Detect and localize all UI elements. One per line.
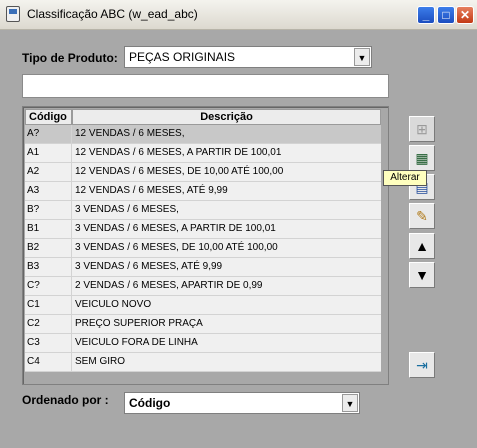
row-description-cell[interactable]: 3 VENDAS / 6 MESES, A PARTIR DE 100,01 — [72, 220, 381, 238]
arrow-up-icon: ▲ — [415, 238, 429, 254]
application-window: Classificação ABC (w_ead_abc) _ □ ✕ Tipo… — [0, 0, 477, 448]
table-row[interactable]: B3 3 VENDAS / 6 MESES, ATÉ 9,99 — [25, 258, 381, 277]
eraser-icon: ✎ — [416, 207, 428, 224]
row-code-cell[interactable]: C2 — [25, 315, 72, 333]
move-up-button[interactable]: ▲ — [409, 233, 435, 259]
row-code-cell[interactable]: A1 — [25, 144, 72, 162]
product-type-dropdown[interactable]: PEÇAS ORIGINAIS ▼ — [124, 46, 372, 68]
insert-row-button[interactable]: ⊞ — [409, 116, 435, 142]
close-button[interactable]: ✕ — [456, 6, 474, 24]
row-code-cell[interactable]: B3 — [25, 258, 72, 276]
row-description-cell[interactable]: PREÇO SUPERIOR PRAÇA — [72, 315, 381, 333]
window-title: Classificação ABC (w_ead_abc) — [27, 7, 198, 21]
row-code-cell[interactable]: A3 — [25, 182, 72, 200]
table-row[interactable]: C2 PREÇO SUPERIOR PRAÇA — [25, 315, 381, 334]
exit-door-icon: ⇥ — [416, 356, 428, 373]
action-toolbar: ⊞ ▦ ▤ ✎ ▲ ▼ ⇥ — [395, 106, 451, 385]
row-code-cell[interactable]: B1 — [25, 220, 72, 238]
row-description-cell[interactable]: 12 VENDAS / 6 MESES, ATÉ 9,99 — [72, 182, 381, 200]
title-bar[interactable]: Classificação ABC (w_ead_abc) _ □ ✕ — [0, 0, 477, 30]
edit-button[interactable]: ▦ — [409, 145, 435, 171]
row-description-cell[interactable]: VEICULO FORA DE LINHA — [72, 334, 381, 352]
row-code-cell[interactable]: B2 — [25, 239, 72, 257]
row-description-cell[interactable]: 3 VENDAS / 6 MESES, DE 10,00 ATÉ 100,00 — [72, 239, 381, 257]
chevron-down-icon[interactable]: ▼ — [354, 48, 370, 66]
arrow-down-icon: ▼ — [415, 267, 429, 283]
minimize-button[interactable]: _ — [417, 6, 435, 24]
row-code-cell[interactable]: C4 — [25, 353, 72, 371]
description-field[interactable] — [22, 74, 389, 98]
row-code-cell[interactable]: B? — [25, 201, 72, 219]
table-row[interactable]: A3 12 VENDAS / 6 MESES, ATÉ 9,99 — [25, 182, 381, 201]
exit-button[interactable]: ⇥ — [409, 352, 435, 378]
row-code-cell[interactable]: C1 — [25, 296, 72, 314]
grid-header: Código Descrição — [25, 109, 381, 125]
row-description-cell[interactable]: 12 VENDAS / 6 MESES, A PARTIR DE 100,01 — [72, 144, 381, 162]
table-row[interactable]: C3 VEICULO FORA DE LINHA — [25, 334, 381, 353]
row-code-cell[interactable]: A2 — [25, 163, 72, 181]
table-row[interactable]: B? 3 VENDAS / 6 MESES, — [25, 201, 381, 220]
sort-label: Ordenado por : — [22, 393, 109, 407]
row-description-cell[interactable]: 3 VENDAS / 6 MESES, — [72, 201, 381, 219]
sort-dropdown[interactable]: Código ▼ — [124, 392, 360, 414]
row-code-cell[interactable]: C? — [25, 277, 72, 295]
product-type-value: PEÇAS ORIGINAIS — [129, 50, 236, 64]
column-header-description[interactable]: Descrição — [72, 109, 381, 125]
row-description-cell[interactable]: 2 VENDAS / 6 MESES, APARTIR DE 0,99 — [72, 277, 381, 295]
table-row[interactable]: C1 VEICULO NOVO — [25, 296, 381, 315]
insert-row-icon: ⊞ — [416, 120, 428, 137]
maximize-button[interactable]: □ — [437, 6, 455, 24]
row-description-cell[interactable]: 3 VENDAS / 6 MESES, ATÉ 9,99 — [72, 258, 381, 276]
delete-button[interactable]: ✎ — [409, 203, 435, 229]
row-code-cell[interactable]: C3 — [25, 334, 72, 352]
table-row[interactable]: A? 12 VENDAS / 6 MESES, — [25, 125, 381, 144]
chevron-down-icon[interactable]: ▼ — [342, 394, 358, 412]
table-row[interactable]: B1 3 VENDAS / 6 MESES, A PARTIR DE 100,01 — [25, 220, 381, 239]
table-row[interactable]: B2 3 VENDAS / 6 MESES, DE 10,00 ATÉ 100,0… — [25, 239, 381, 258]
table-row[interactable]: A2 12 VENDAS / 6 MESES, DE 10,00 ATÉ 100,… — [25, 163, 381, 182]
abc-grid: Código Descrição A? 12 VENDAS / 6 MESES, A… — [22, 106, 389, 385]
row-description-cell[interactable]: 12 VENDAS / 6 MESES, DE 10,00 ATÉ 100,00 — [72, 163, 381, 181]
table-row[interactable]: C? 2 VENDAS / 6 MESES, APARTIR DE 0,99 — [25, 277, 381, 296]
alterar-tooltip: Alterar — [383, 170, 427, 186]
app-icon — [6, 6, 20, 22]
row-description-cell[interactable]: VEICULO NOVO — [72, 296, 381, 314]
move-down-button[interactable]: ▼ — [409, 262, 435, 288]
row-code-cell[interactable]: A? — [25, 125, 72, 143]
row-description-cell[interactable]: 12 VENDAS / 6 MESES, — [72, 125, 381, 143]
grid-body: A? 12 VENDAS / 6 MESES, A1 12 VENDAS / 6 ME… — [25, 125, 381, 372]
column-header-code[interactable]: Código — [25, 109, 72, 125]
table-row[interactable]: A1 12 VENDAS / 6 MESES, A PARTIR DE 100,0… — [25, 144, 381, 163]
product-type-label: Tipo de Produto: — [22, 51, 118, 65]
sort-value: Código — [129, 396, 171, 410]
table-row[interactable]: C4 SEM GIRO — [25, 353, 381, 372]
edit-table-icon: ▦ — [415, 149, 429, 166]
row-description-cell[interactable]: SEM GIRO — [72, 353, 381, 371]
